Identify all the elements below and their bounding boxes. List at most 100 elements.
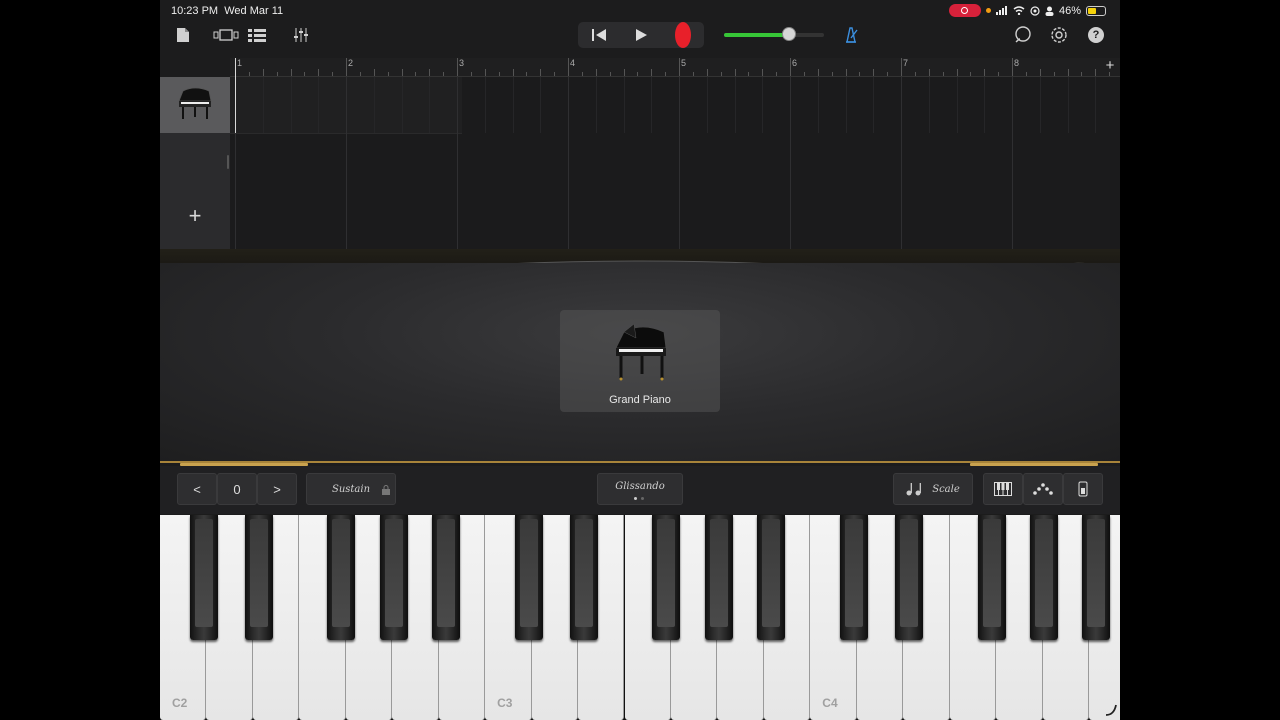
- grid-line: [318, 77, 320, 133]
- master-volume-slider[interactable]: [724, 27, 824, 41]
- ruler-tick: [484, 69, 486, 76]
- velocity-icon: [1078, 481, 1088, 497]
- master-volume-knob[interactable]: [782, 27, 796, 41]
- ruler-tick: [706, 69, 708, 76]
- black-key[interactable]: [704, 515, 733, 640]
- add-track-button[interactable]: +: [182, 203, 208, 229]
- key-label: C3: [497, 696, 513, 710]
- view-toggle-icon[interactable]: [212, 24, 240, 46]
- ruler-bar-6: 6: [792, 58, 798, 68]
- tracks-area[interactable]: [230, 77, 1120, 249]
- ruler-bar-1: 1: [237, 58, 243, 68]
- ruler-tick: [998, 72, 1000, 76]
- ruler-tick: [679, 58, 680, 76]
- keyboard-layout-button[interactable]: [983, 473, 1023, 505]
- ruler-tick: [248, 72, 250, 76]
- ruler-tick: [1067, 69, 1069, 76]
- person-icon: [1045, 6, 1054, 16]
- octave-value: 0: [217, 473, 257, 505]
- ruler-tick: [665, 72, 667, 76]
- grid-line: [1095, 77, 1097, 133]
- ruler-tick: [623, 69, 625, 76]
- black-key[interactable]: [190, 515, 219, 640]
- ruler-tick: [609, 72, 611, 76]
- battery-percent: 46%: [1058, 4, 1081, 17]
- black-key[interactable]: [977, 515, 1006, 640]
- ruler-tick: [498, 72, 500, 76]
- tracks-view-icon[interactable]: [246, 24, 268, 46]
- status-date: Wed Mar 11: [224, 5, 284, 17]
- octave-down-button[interactable]: <: [177, 473, 217, 505]
- record-button[interactable]: [664, 22, 702, 48]
- master-volume-fill: [724, 33, 789, 37]
- ruler-tick: [457, 58, 458, 76]
- black-key[interactable]: [894, 515, 923, 640]
- loop-icon[interactable]: [1012, 24, 1034, 46]
- glissando-button[interactable]: Glissando: [597, 473, 683, 505]
- grid-line: [1067, 77, 1069, 133]
- timeline-ruler[interactable]: 1 2 3 4 5 6 7 8: [230, 58, 1120, 77]
- settings-icon[interactable]: [1048, 24, 1070, 46]
- ruler-bar-4: 4: [570, 58, 576, 68]
- rewind-icon: [592, 29, 606, 41]
- velocity-button[interactable]: [1063, 473, 1103, 505]
- ruler-tick: [415, 72, 417, 76]
- scale-button[interactable]: Scale: [893, 473, 973, 505]
- key-label: C4: [822, 696, 838, 710]
- mixer-icon[interactable]: [290, 24, 312, 46]
- grand-piano-icon: [615, 323, 667, 381]
- ruler-tick: [1081, 72, 1083, 76]
- ruler-tick: [914, 72, 916, 76]
- grid-line: [373, 77, 375, 133]
- instrument-selector[interactable]: Grand Piano: [560, 310, 720, 412]
- ruler-tick: [1025, 72, 1027, 76]
- signal-icon: [995, 6, 1007, 15]
- arpeggiator-button[interactable]: [1023, 473, 1063, 505]
- black-key[interactable]: [652, 515, 681, 640]
- ruler-tick: [318, 69, 320, 76]
- ruler-tick: [373, 69, 375, 76]
- page-dots: [634, 497, 644, 500]
- grid-line: [1012, 77, 1013, 249]
- piano-keyboard[interactable]: C2 C3 C4: [160, 515, 1120, 720]
- black-key[interactable]: [569, 515, 598, 640]
- black-key[interactable]: [432, 515, 461, 640]
- black-key[interactable]: [840, 515, 869, 640]
- ruler-tick: [873, 69, 875, 76]
- black-key[interactable]: [1030, 515, 1058, 640]
- wifi-icon: [1013, 6, 1025, 15]
- play-button[interactable]: [622, 22, 660, 48]
- rewind-button[interactable]: [580, 22, 618, 48]
- instrument-name: Grand Piano: [609, 394, 671, 406]
- ruler-tick: [651, 69, 653, 76]
- ruler-tick: [762, 69, 764, 76]
- ruler-tick: [984, 69, 986, 76]
- ruler-tick: [276, 72, 278, 76]
- grid-line: [845, 77, 847, 133]
- grid-line: [484, 77, 486, 133]
- document-icon[interactable]: [174, 24, 192, 46]
- add-section-button[interactable]: +: [1102, 58, 1118, 74]
- playhead[interactable]: [235, 58, 236, 133]
- grid-line: [623, 77, 625, 133]
- ruler-tick: [1039, 69, 1041, 76]
- black-key[interactable]: [757, 515, 786, 640]
- black-key[interactable]: [1082, 515, 1111, 640]
- black-key[interactable]: [327, 515, 356, 640]
- black-key[interactable]: [379, 515, 408, 640]
- ruler-tick: [470, 72, 472, 76]
- octave-up-button[interactable]: >: [257, 473, 297, 505]
- ruler-tick: [942, 72, 944, 76]
- ruler-tick: [748, 72, 750, 76]
- black-key[interactable]: [244, 515, 273, 640]
- ruler-tick: [845, 69, 847, 76]
- help-icon[interactable]: ?: [1086, 24, 1106, 46]
- track-header-grand-piano[interactable]: [160, 77, 230, 133]
- resize-corner-icon[interactable]: [1104, 703, 1118, 717]
- grid-line: [401, 77, 403, 133]
- screen-recording-icon: [948, 4, 981, 17]
- black-key[interactable]: [515, 515, 544, 640]
- sustain-button[interactable]: Sustain: [306, 473, 396, 505]
- metronome-icon[interactable]: [840, 24, 862, 46]
- track-scroll-handle[interactable]: [227, 155, 229, 169]
